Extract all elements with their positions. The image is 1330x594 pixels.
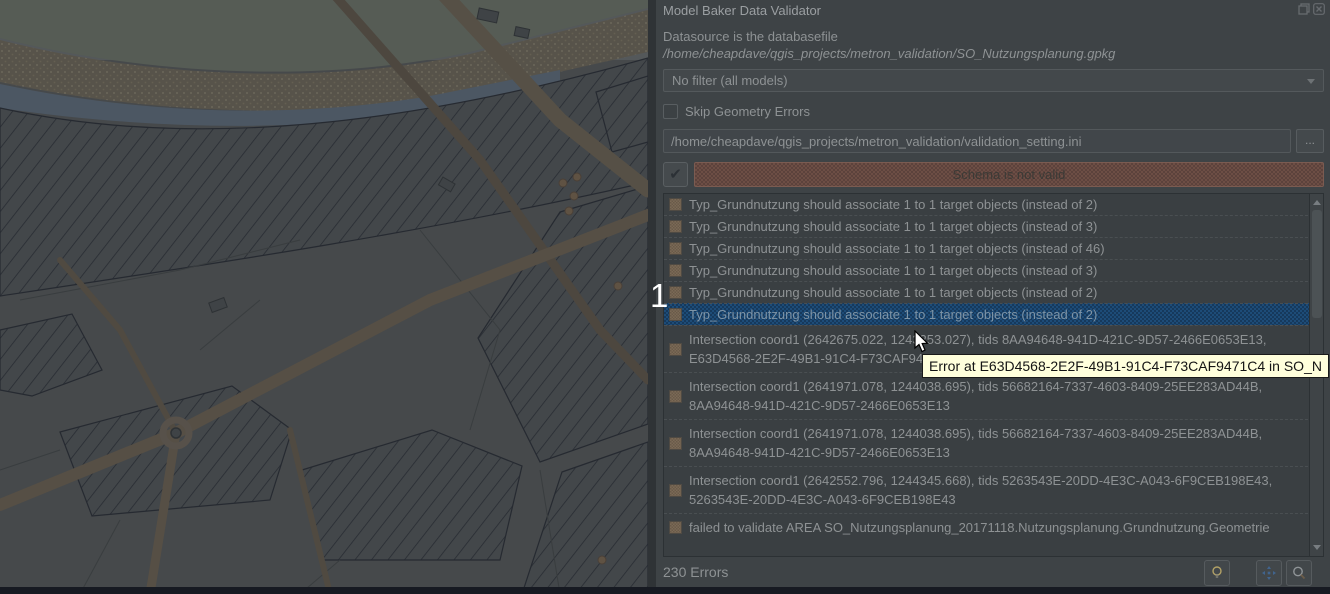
error-item-checkbox[interactable] <box>669 390 682 403</box>
error-item-text: Intersection coord1 (2641971.078, 124403… <box>689 424 1305 462</box>
error-item-text: Typ_Grundnutzung should associate 1 to 1… <box>689 261 1097 280</box>
chevron-down-icon <box>1307 79 1315 84</box>
model-filter-dropdown[interactable]: No filter (all models) <box>663 69 1324 92</box>
pan-arrows-icon <box>1261 565 1277 581</box>
skip-geometry-checkbox[interactable] <box>663 104 678 119</box>
skip-geometry-label: Skip Geometry Errors <box>685 104 810 119</box>
close-panel-icon[interactable] <box>1313 3 1325 15</box>
schema-validate-checkbox[interactable]: ✔ <box>663 162 688 187</box>
error-item-text: Typ_Grundnutzung should associate 1 to 1… <box>689 239 1105 258</box>
validation-settings-input[interactable] <box>663 129 1291 153</box>
float-panel-icon[interactable] <box>1298 3 1310 15</box>
browse-button[interactable]: ... <box>1296 129 1324 153</box>
error-item-text: Typ_Grundnutzung should associate 1 to 1… <box>689 305 1097 324</box>
model-filter-value: No filter (all models) <box>672 73 788 88</box>
error-tooltip: Error at E63D4568-2E2F-49B1-91C4-F73CAF9… <box>922 354 1329 378</box>
error-list-item[interactable]: Typ_Grundnutzung should associate 1 to 1… <box>664 215 1323 237</box>
scroll-up-icon[interactable] <box>1313 200 1321 205</box>
map-graphics <box>0 0 648 594</box>
scroll-down-icon[interactable] <box>1313 545 1321 550</box>
window-bottom-edge <box>0 587 1330 594</box>
error-item-checkbox[interactable] <box>669 521 682 534</box>
screenshot-root: Model Baker Data Validator Datasource is… <box>0 0 1330 594</box>
error-item-text: Intersection coord1 (2641971.078, 124403… <box>689 377 1305 415</box>
error-item-text: failed to validate AREA SO_Nutzungsplanu… <box>689 518 1270 537</box>
error-item-checkbox[interactable] <box>669 198 682 211</box>
error-item-checkbox[interactable] <box>669 437 682 450</box>
schema-status-bar: Schema is not valid <box>694 162 1324 187</box>
error-list-item[interactable]: Typ_Grundnutzung should associate 1 to 1… <box>664 303 1323 325</box>
map-canvas[interactable] <box>0 0 648 594</box>
model-baker-validator-panel: Model Baker Data Validator Datasource is… <box>656 0 1330 588</box>
error-item-checkbox[interactable] <box>669 220 682 233</box>
scrollbar-handle[interactable] <box>1312 210 1322 318</box>
error-item-checkbox[interactable] <box>669 484 682 497</box>
error-list-item[interactable]: Typ_Grundnutzung should associate 1 to 1… <box>664 281 1323 303</box>
error-item-checkbox[interactable] <box>669 264 682 277</box>
error-item-checkbox[interactable] <box>669 242 682 255</box>
error-list-item[interactable]: Typ_Grundnutzung should associate 1 to 1… <box>664 237 1323 259</box>
error-list-item[interactable]: Typ_Grundnutzung should associate 1 to 1… <box>664 259 1323 281</box>
error-list-item[interactable]: failed to validate AREA SO_Nutzungsplanu… <box>664 513 1323 541</box>
error-list-item[interactable]: Typ_Grundnutzung should associate 1 to 1… <box>664 194 1323 215</box>
error-item-checkbox[interactable] <box>669 343 682 356</box>
error-list-item[interactable]: Intersection coord1 (2642552.796, 124434… <box>664 466 1323 513</box>
error-item-text: Typ_Grundnutzung should associate 1 to 1… <box>689 195 1097 214</box>
mouse-cursor-icon <box>914 330 931 359</box>
pan-to-error-button[interactable] <box>1256 560 1282 586</box>
panel-title: Model Baker Data Validator <box>663 3 821 18</box>
error-item-checkbox[interactable] <box>669 308 682 321</box>
datasource-path: /home/cheapdave/qgis_projects/metron_val… <box>663 46 1115 61</box>
step-annotation: 1 <box>650 279 668 312</box>
error-item-checkbox[interactable] <box>669 286 682 299</box>
lightbulb-icon <box>1209 565 1225 581</box>
zoom-to-error-button[interactable] <box>1286 560 1312 586</box>
magnifier-icon <box>1291 565 1307 581</box>
datasource-label: Datasource is the databasefile /home/che… <box>663 28 1238 62</box>
error-item-text: Intersection coord1 (2642552.796, 124434… <box>689 471 1305 509</box>
error-list-item[interactable]: Intersection coord1 (2641971.078, 124403… <box>664 372 1323 419</box>
skip-geometry-checkbox-row[interactable]: Skip Geometry Errors <box>663 104 810 119</box>
error-item-text: Typ_Grundnutzung should associate 1 to 1… <box>689 217 1097 236</box>
error-count-label: 230 Errors <box>663 564 728 580</box>
error-item-text: Typ_Grundnutzung should associate 1 to 1… <box>689 283 1097 302</box>
help-suggestion-button[interactable] <box>1204 560 1230 586</box>
error-list-item[interactable]: Intersection coord1 (2641971.078, 124403… <box>664 419 1323 466</box>
